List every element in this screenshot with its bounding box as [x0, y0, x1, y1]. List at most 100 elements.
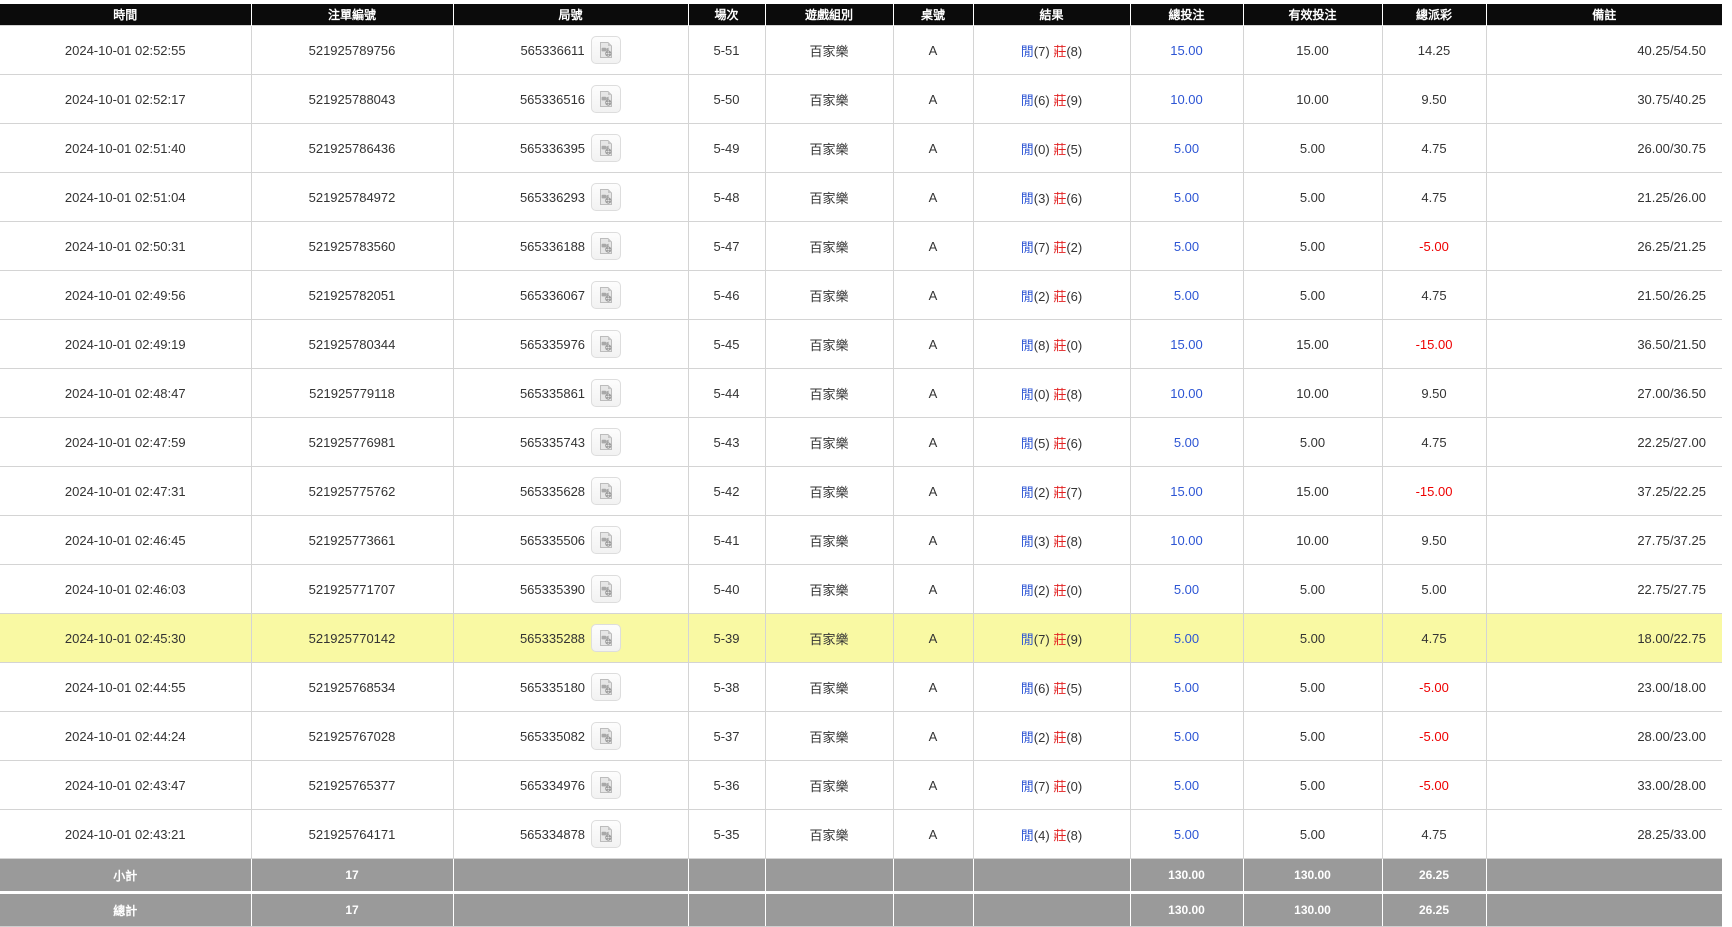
- time-cell: 2024-10-01 02:43:21: [0, 810, 251, 859]
- banker-score: (0): [1066, 583, 1082, 598]
- video-replay-button[interactable]: [591, 673, 621, 701]
- player-score: (7): [1034, 240, 1050, 255]
- round-no-cell: 565335861: [453, 369, 688, 418]
- total-bet-link[interactable]: 10.00: [1170, 533, 1203, 548]
- result-cell: 閒(2) 莊(6): [973, 271, 1130, 320]
- video-replay-button[interactable]: [591, 134, 621, 162]
- total-bet-link[interactable]: 5.00: [1174, 827, 1199, 842]
- result-cell: 閒(0) 莊(8): [973, 369, 1130, 418]
- round-no: 565335288: [520, 631, 585, 646]
- banker-score: (8): [1066, 828, 1082, 843]
- video-replay-button[interactable]: [591, 477, 621, 505]
- video-replay-button[interactable]: [591, 281, 621, 309]
- payout-cell: 9.50: [1382, 369, 1486, 418]
- total-bet-link[interactable]: 15.00: [1170, 484, 1203, 499]
- video-replay-button[interactable]: [591, 85, 621, 113]
- video-replay-button[interactable]: [591, 183, 621, 211]
- player-score: (7): [1034, 44, 1050, 59]
- valid-bet-cell: 5.00: [1243, 565, 1382, 614]
- payout-cell: 9.50: [1382, 516, 1486, 565]
- video-replay-button[interactable]: [591, 232, 621, 260]
- table-row: 2024-10-01 02:52:55 521925789756 5653366…: [0, 26, 1722, 75]
- session-cell: 5-37: [688, 712, 765, 761]
- payout-cell: -5.00: [1382, 222, 1486, 271]
- video-file-icon: [597, 237, 615, 255]
- round-no: 565335628: [520, 484, 585, 499]
- banker-score: (6): [1066, 289, 1082, 304]
- result-cell: 閒(8) 莊(0): [973, 320, 1130, 369]
- total-bet-link[interactable]: 5.00: [1174, 778, 1199, 793]
- video-replay-button[interactable]: [591, 526, 621, 554]
- table-no-cell: A: [893, 467, 973, 516]
- total-bet-cell: 5.00: [1130, 173, 1243, 222]
- total-bet-cell: 15.00: [1130, 467, 1243, 516]
- player-label: 閒: [1021, 289, 1034, 304]
- video-file-icon: [597, 433, 615, 451]
- session-cell: 5-49: [688, 124, 765, 173]
- video-replay-button[interactable]: [591, 722, 621, 750]
- total-bet-link[interactable]: 5.00: [1174, 190, 1199, 205]
- session-cell: 5-41: [688, 516, 765, 565]
- banker-label: 莊: [1053, 730, 1066, 745]
- total-bet-link[interactable]: 5.00: [1174, 729, 1199, 744]
- total-bet-link[interactable]: 5.00: [1174, 680, 1199, 695]
- game-group-cell: 百家樂: [765, 761, 893, 810]
- player-label: 閒: [1021, 730, 1034, 745]
- result-cell: 閒(2) 莊(0): [973, 565, 1130, 614]
- column-header-session: 場次: [688, 4, 765, 26]
- table-row: 2024-10-01 02:49:19 521925780344 5653359…: [0, 320, 1722, 369]
- video-replay-button[interactable]: [591, 330, 621, 358]
- total-row: 總計 17 130.00 130.00 26.25: [0, 893, 1722, 927]
- table-row: 2024-10-01 02:52:17 521925788043 5653365…: [0, 75, 1722, 124]
- total-bet-link[interactable]: 5.00: [1174, 288, 1199, 303]
- column-header-remark: 備註: [1486, 4, 1722, 26]
- total-bet-link[interactable]: 5.00: [1174, 631, 1199, 646]
- total-bet-link[interactable]: 15.00: [1170, 43, 1203, 58]
- banker-label: 莊: [1053, 289, 1066, 304]
- total-bet-link[interactable]: 15.00: [1170, 337, 1203, 352]
- total-bet-link[interactable]: 10.00: [1170, 386, 1203, 401]
- remark-cell: 18.00/22.75: [1486, 614, 1722, 663]
- player-label: 閒: [1021, 93, 1034, 108]
- payout-cell: 14.25: [1382, 26, 1486, 75]
- player-score: (0): [1034, 387, 1050, 402]
- bet-id-cell: 521925775762: [251, 467, 453, 516]
- video-replay-button[interactable]: [591, 428, 621, 456]
- video-replay-button[interactable]: [591, 771, 621, 799]
- table-row: 2024-10-01 02:44:24 521925767028 5653350…: [0, 712, 1722, 761]
- total-bet-link[interactable]: 10.00: [1170, 92, 1203, 107]
- table-no-cell: A: [893, 222, 973, 271]
- total-bet-link[interactable]: 5.00: [1174, 435, 1199, 450]
- player-label: 閒: [1021, 240, 1034, 255]
- video-replay-button[interactable]: [591, 36, 621, 64]
- total-bet-link[interactable]: 5.00: [1174, 141, 1199, 156]
- payout-cell: 4.75: [1382, 614, 1486, 663]
- round-no-cell: 565335180: [453, 663, 688, 712]
- round-no-cell: 565335390: [453, 565, 688, 614]
- table-row: 2024-10-01 02:48:47 521925779118 5653358…: [0, 369, 1722, 418]
- session-cell: 5-47: [688, 222, 765, 271]
- video-replay-button[interactable]: [591, 379, 621, 407]
- time-cell: 2024-10-01 02:45:30: [0, 614, 251, 663]
- remark-cell: 30.75/40.25: [1486, 75, 1722, 124]
- round-no-cell: 565336516: [453, 75, 688, 124]
- banker-score: (8): [1066, 44, 1082, 59]
- time-cell: 2024-10-01 02:50:31: [0, 222, 251, 271]
- remark-cell: 37.25/22.25: [1486, 467, 1722, 516]
- total-bet-link[interactable]: 5.00: [1174, 239, 1199, 254]
- player-score: (7): [1034, 632, 1050, 647]
- table-no-cell: A: [893, 663, 973, 712]
- valid-bet-cell: 5.00: [1243, 614, 1382, 663]
- banker-label: 莊: [1053, 632, 1066, 647]
- banker-label: 莊: [1053, 436, 1066, 451]
- video-replay-button[interactable]: [591, 624, 621, 652]
- round-no: 565336293: [520, 190, 585, 205]
- valid-bet-cell: 10.00: [1243, 516, 1382, 565]
- payout-cell: 4.75: [1382, 124, 1486, 173]
- time-cell: 2024-10-01 02:47:31: [0, 467, 251, 516]
- total-bet-link[interactable]: 5.00: [1174, 582, 1199, 597]
- table-no-cell: A: [893, 516, 973, 565]
- video-replay-button[interactable]: [591, 575, 621, 603]
- video-replay-button[interactable]: [591, 820, 621, 848]
- total-label: 總計: [0, 893, 251, 927]
